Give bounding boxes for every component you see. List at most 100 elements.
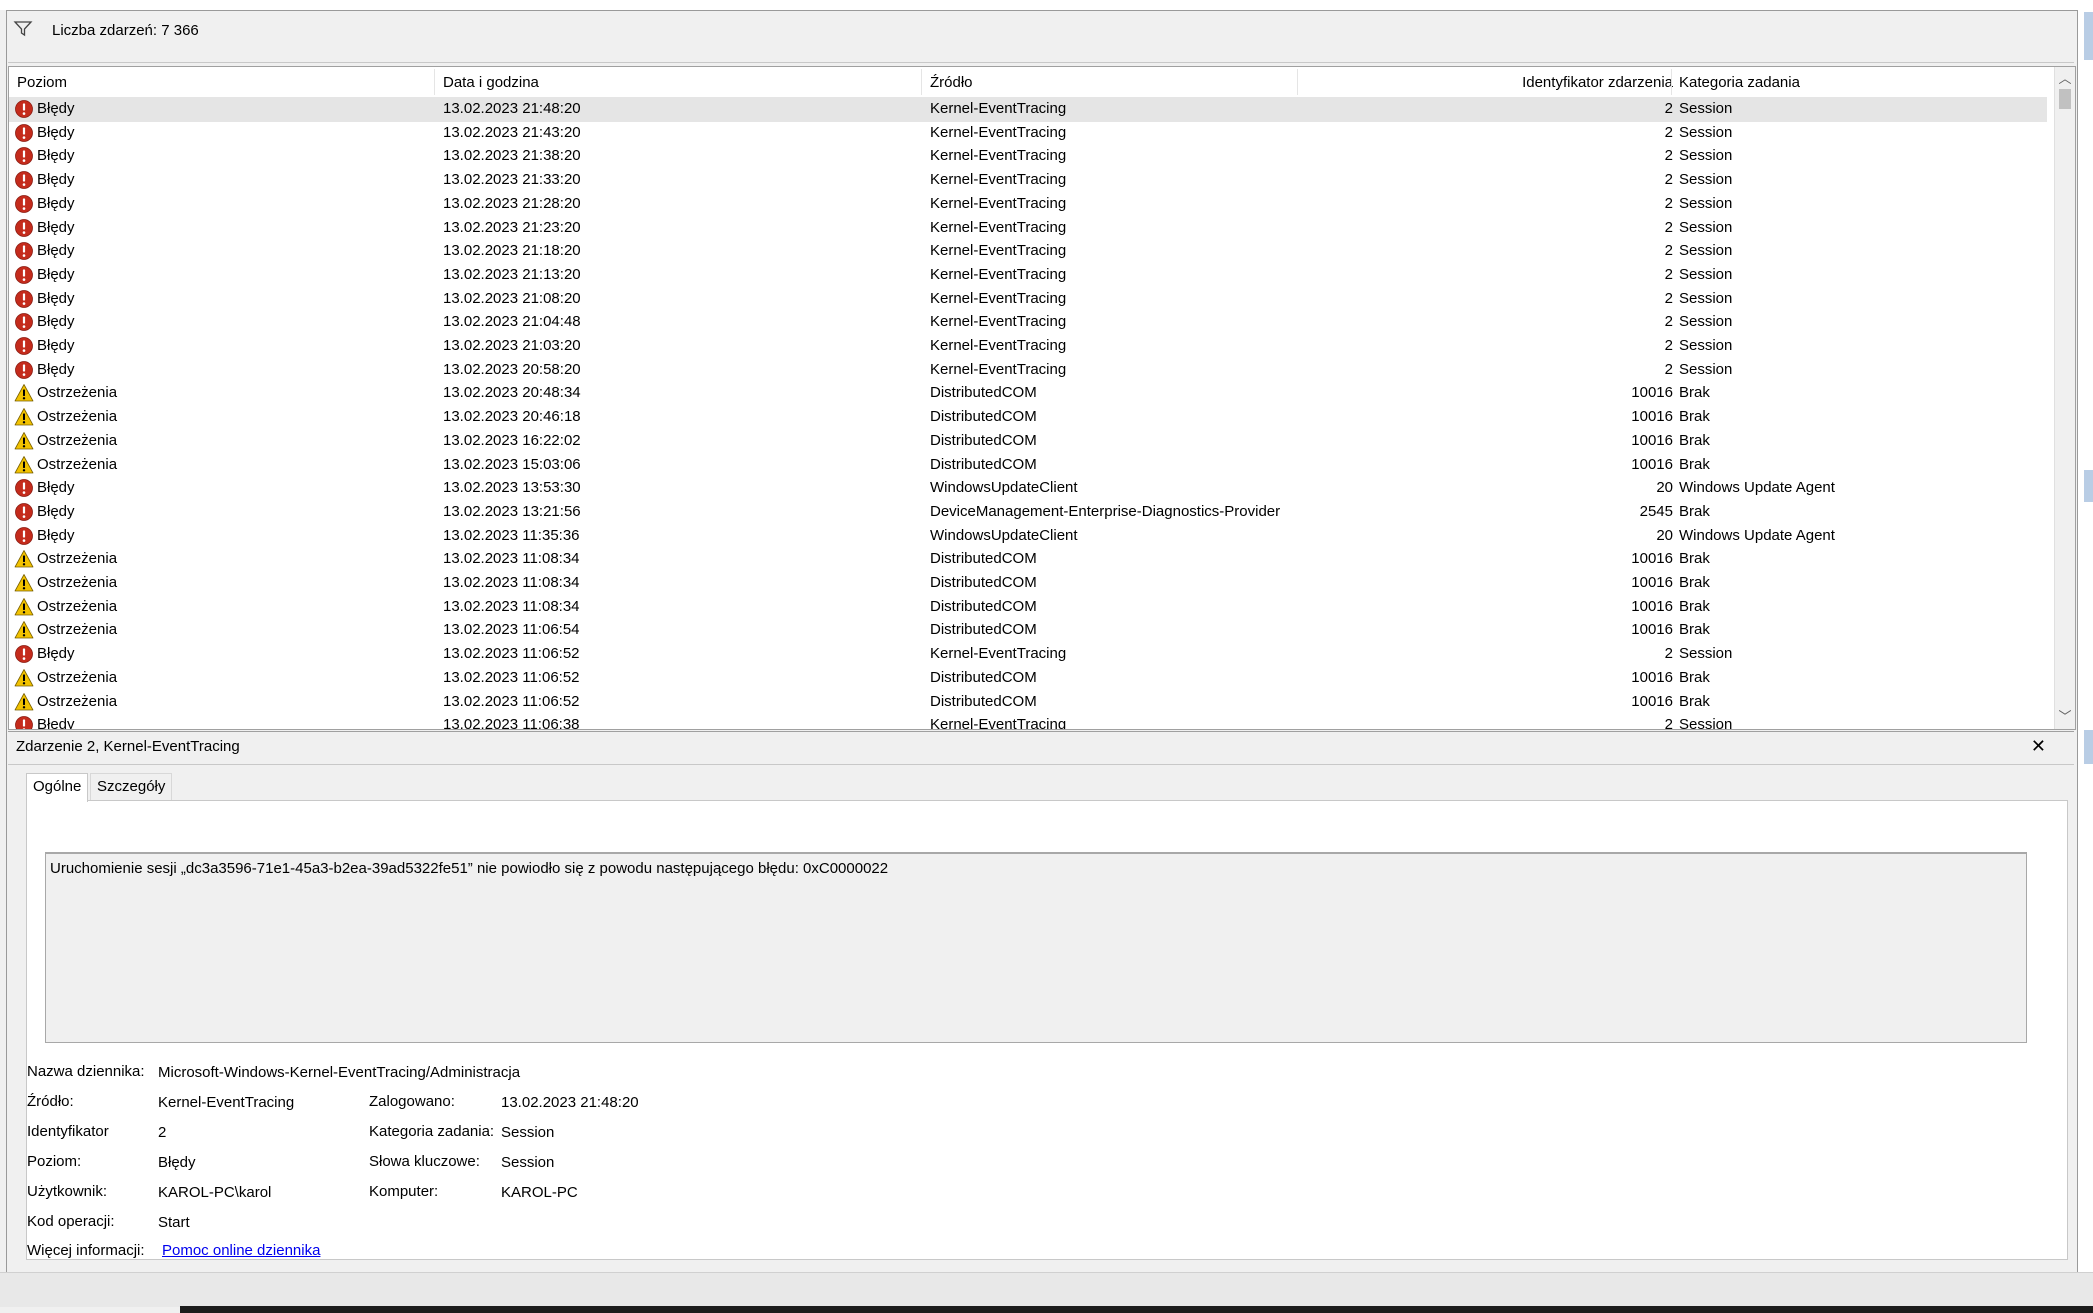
table-row[interactable]: Błędy 13.02.2023 11:06:52 Kernel-EventTrac… xyxy=(9,643,2047,667)
table-row[interactable]: Błędy 13.02.2023 21:23:20 Kernel-EventTrac… xyxy=(9,217,2047,241)
user-value: KAROL-PC\karol xyxy=(158,1184,272,1201)
column-divider[interactable] xyxy=(921,69,922,95)
source-cell: Kernel-EventTracing xyxy=(930,218,1067,236)
table-row[interactable]: Błędy 13.02.2023 21:13:20 Kernel-EventTrac… xyxy=(9,264,2047,288)
error-icon xyxy=(14,289,34,309)
level-cell: Błędy xyxy=(37,265,75,283)
event-id-cell: 20 xyxy=(1656,479,1673,497)
table-row[interactable]: Błędy 13.02.2023 13:53:30 WindowsUpdateCli… xyxy=(9,477,2047,501)
table-row[interactable]: Błędy 13.02.2023 21:33:20 Kernel-EventTrac… xyxy=(9,169,2047,193)
event-description-box[interactable]: Uruchomienie sesji „dc3a3596-71e1-45a3-b… xyxy=(45,852,2027,1043)
table-row[interactable]: Ostrzeżenia 13.02.2023 11:06:52 Distribute… xyxy=(9,691,2047,715)
table-row[interactable]: Ostrzeżenia 13.02.2023 15:03:06 Distribute… xyxy=(9,454,2047,478)
level-cell: Ostrzeżenia xyxy=(37,384,118,402)
datetime-cell: 13.02.2023 21:04:48 xyxy=(443,313,581,331)
task-category-cell: Session xyxy=(1679,289,1733,307)
tab-general[interactable]: Ogólne xyxy=(26,773,89,802)
table-row[interactable]: Ostrzeżenia 13.02.2023 11:08:34 Distribute… xyxy=(9,548,2047,572)
source-cell: Kernel-EventTracing xyxy=(930,716,1067,729)
datetime-cell: 13.02.2023 21:28:20 xyxy=(443,194,581,212)
error-icon xyxy=(14,194,34,214)
datetime-cell: 13.02.2023 21:38:20 xyxy=(443,147,581,165)
task-category-cell: Session xyxy=(1679,194,1733,212)
event-id-cell: 10016 xyxy=(1631,597,1673,615)
scroll-up-arrow-icon[interactable]: ︿ xyxy=(2055,69,2075,89)
task-category-cell: Session xyxy=(1679,265,1733,283)
warning-icon xyxy=(14,455,34,475)
table-row[interactable]: Błędy 13.02.2023 21:43:20 Kernel-EventTrac… xyxy=(9,122,2047,146)
table-row[interactable]: Błędy 13.02.2023 21:38:20 Kernel-EventTrac… xyxy=(9,145,2047,169)
table-row[interactable]: Ostrzeżenia 13.02.2023 20:48:34 Distribute… xyxy=(9,382,2047,406)
event-list-scrollbar[interactable]: ︿ ﹀ xyxy=(2054,67,2075,729)
table-row[interactable]: Błędy 13.02.2023 20:58:20 Kernel-EventTrac… xyxy=(9,359,2047,383)
warning-icon xyxy=(14,668,34,688)
datetime-cell: 13.02.2023 21:23:20 xyxy=(443,218,581,236)
event-rows: Błędy 13.02.2023 21:48:20 Kernel-EventTrac… xyxy=(9,98,2047,729)
level-cell: Błędy xyxy=(37,313,75,331)
column-header-task-category[interactable]: Kategoria zadania xyxy=(1679,74,1800,91)
event-detail-pane: Zdarzenie 2, Kernel-EventTracing ✕ Ogóln… xyxy=(8,731,2074,1272)
table-row[interactable]: Błędy 13.02.2023 11:35:36 WindowsUpdateCli… xyxy=(9,525,2047,549)
table-row[interactable]: Błędy 13.02.2023 21:08:20 Kernel-EventTrac… xyxy=(9,288,2047,312)
level-cell: Błędy xyxy=(37,360,75,378)
table-row[interactable]: Ostrzeżenia 13.02.2023 11:06:52 Distribute… xyxy=(9,667,2047,691)
source-cell: DistributedCOM xyxy=(930,550,1037,568)
log-name-label: Nazwa dziennika: xyxy=(27,1063,145,1080)
online-help-link[interactable]: Pomoc online dziennika xyxy=(162,1242,320,1259)
error-icon xyxy=(14,526,34,546)
column-header-source[interactable]: Źródło xyxy=(930,74,973,91)
event-id-cell: 2 xyxy=(1664,147,1673,165)
scrollbar-thumb[interactable] xyxy=(2059,89,2071,109)
level-cell: Błędy xyxy=(37,171,75,189)
table-row[interactable]: Ostrzeżenia 13.02.2023 11:08:34 Distribute… xyxy=(9,596,2047,620)
task-category-cell: Brak xyxy=(1679,692,1710,710)
event-id-cell: 2545 xyxy=(1639,502,1673,520)
filter-bar: Liczba zdarzeń: 7 366 xyxy=(8,12,2074,63)
event-list[interactable]: Poziom Data i godzina Źródło Identyfikat… xyxy=(8,66,2076,730)
event-id-cell: 10016 xyxy=(1631,408,1673,426)
source-cell: DistributedCOM xyxy=(930,384,1037,402)
error-icon xyxy=(14,265,34,285)
level-cell: Ostrzeżenia xyxy=(37,597,118,615)
table-row[interactable]: Ostrzeżenia 13.02.2023 11:08:34 Distribute… xyxy=(9,572,2047,596)
column-divider[interactable] xyxy=(1297,69,1298,95)
close-icon[interactable]: ✕ xyxy=(2031,736,2046,757)
event-id-cell: 10016 xyxy=(1631,574,1673,591)
table-row[interactable]: Błędy 13.02.2023 21:04:48 Kernel-EventTrac… xyxy=(9,311,2047,335)
column-header-datetime[interactable]: Data i godzina xyxy=(443,74,539,91)
event-id-cell: 10016 xyxy=(1631,431,1673,449)
level-cell: Ostrzeżenia xyxy=(37,550,118,568)
datetime-cell: 13.02.2023 11:35:36 xyxy=(443,526,580,544)
datetime-cell: 13.02.2023 11:06:52 xyxy=(443,692,580,710)
table-row[interactable]: Błędy 13.02.2023 21:03:20 Kernel-EventTrac… xyxy=(9,335,2047,359)
table-row[interactable]: Błędy 13.02.2023 21:18:20 Kernel-EventTrac… xyxy=(9,240,2047,264)
filter-icon[interactable] xyxy=(12,18,34,40)
table-row[interactable]: Błędy 13.02.2023 21:48:20 Kernel-EventTrac… xyxy=(9,98,2047,122)
column-header-event-id[interactable]: Identyfikator zdarzenia xyxy=(1305,74,1673,91)
tab-details[interactable]: Szczegóły xyxy=(90,773,173,801)
column-divider[interactable] xyxy=(434,69,435,95)
table-row[interactable]: Błędy 13.02.2023 11:06:38 Kernel-EventTrac… xyxy=(9,714,2047,729)
source-cell: Kernel-EventTracing xyxy=(930,194,1067,212)
warning-icon xyxy=(14,597,34,617)
column-header-level[interactable]: Poziom xyxy=(17,74,67,91)
datetime-cell: 13.02.2023 21:18:20 xyxy=(443,242,581,260)
table-row[interactable]: Błędy 13.02.2023 13:21:56 DeviceManagement… xyxy=(9,501,2047,525)
column-divider[interactable] xyxy=(1671,69,1672,95)
table-row[interactable]: Błędy 13.02.2023 21:28:20 Kernel-EventTrac… xyxy=(9,193,2047,217)
source-cell: Kernel-EventTracing xyxy=(930,147,1067,165)
task-category-cell: Brak xyxy=(1679,502,1710,520)
task-category-cell: Windows Update Agent xyxy=(1679,526,1835,544)
table-row[interactable]: Ostrzeżenia 13.02.2023 11:06:54 Distribute… xyxy=(9,619,2047,643)
computer-label: Komputer: xyxy=(369,1183,439,1200)
event-id-cell: 2 xyxy=(1664,716,1673,729)
table-row[interactable]: Ostrzeżenia 13.02.2023 16:22:02 Distribute… xyxy=(9,430,2047,454)
datetime-cell: 13.02.2023 16:22:02 xyxy=(443,431,581,449)
scroll-down-arrow-icon[interactable]: ﹀ xyxy=(2055,707,2075,727)
datetime-cell: 13.02.2023 11:06:52 xyxy=(443,668,580,686)
error-icon xyxy=(14,218,34,238)
level-cell: Błędy xyxy=(37,194,75,212)
event-id-cell: 2 xyxy=(1664,265,1673,283)
table-row[interactable]: Ostrzeżenia 13.02.2023 20:46:18 Distribute… xyxy=(9,406,2047,430)
source-cell: Kernel-EventTracing xyxy=(930,360,1067,378)
